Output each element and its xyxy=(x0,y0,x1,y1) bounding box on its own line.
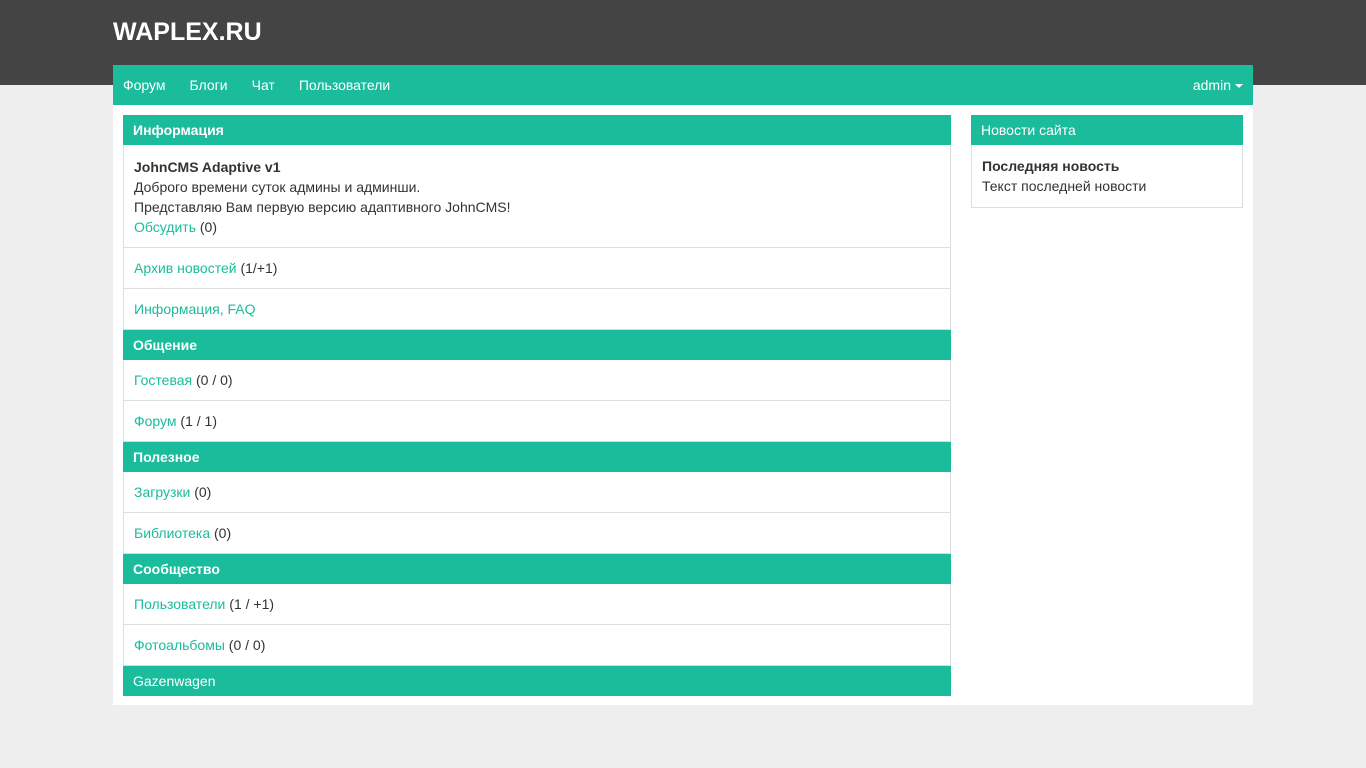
count: (0) xyxy=(199,219,217,235)
forum-link[interactable]: Форум xyxy=(134,413,177,429)
albums-link[interactable]: Фотоальбомы xyxy=(134,637,225,653)
latest-news: Последняя новость Текст последней новост… xyxy=(971,145,1243,208)
nav-blogs[interactable]: Блоги xyxy=(190,77,228,93)
count: (0 / 0) xyxy=(196,372,233,388)
nav-forum[interactable]: Форум xyxy=(123,77,166,93)
list-item: Фотоальбомы (0 / 0) xyxy=(123,625,951,666)
left-column: Информация JohnCMS Adaptive v1 Доброго в… xyxy=(123,115,951,696)
section-header-useful: Полезное xyxy=(123,442,951,472)
latest-news-text: Текст последней новости xyxy=(982,178,1147,194)
count: (1 / 1) xyxy=(180,413,217,429)
count: (0 / 0) xyxy=(228,637,266,653)
users-link[interactable]: Пользователи xyxy=(134,596,225,612)
downloads-link[interactable]: Загрузки xyxy=(134,484,190,500)
archive-link[interactable]: Архив новостей xyxy=(134,260,237,276)
main-content: Информация JohnCMS Adaptive v1 Доброго в… xyxy=(113,105,1253,705)
list-item: Информация, FAQ xyxy=(123,289,951,330)
section-header-gazenwagen: Gazenwagen xyxy=(123,666,951,696)
count: (0) xyxy=(194,484,212,500)
guestbook-link[interactable]: Гостевая xyxy=(134,372,192,388)
user-name: admin xyxy=(1192,77,1231,93)
list-item: Библиотека (0) xyxy=(123,513,951,554)
news-title: JohnCMS Adaptive v1 xyxy=(134,159,281,175)
faq-link[interactable]: Информация, FAQ xyxy=(134,301,256,317)
list-item: Гостевая (0 / 0) xyxy=(123,360,951,401)
section-header-info: Информация xyxy=(123,115,951,145)
user-menu[interactable]: admin xyxy=(1193,77,1243,93)
list-item: Форум (1 / 1) xyxy=(123,401,951,442)
nav-chat[interactable]: Чат xyxy=(252,77,275,93)
list-item: Пользователи (1 / +1) xyxy=(123,584,951,625)
section-header-news: Новости сайта xyxy=(971,115,1243,145)
news-line: Доброго времени суток админы и админши. xyxy=(134,179,421,195)
news-line: Представляю Вам первую версию адаптивног… xyxy=(134,199,511,215)
list-item: Архив новостей (1/+1) xyxy=(123,248,951,289)
latest-news-title: Последняя новость xyxy=(982,158,1120,174)
navbar: Форум Блоги Чат Пользователи admin xyxy=(113,65,1253,105)
caret-down-icon xyxy=(1235,84,1243,89)
count: (1/+1) xyxy=(240,260,278,276)
count: (1 / +1) xyxy=(229,596,275,612)
list-item: Загрузки (0) xyxy=(123,472,951,513)
count: (0) xyxy=(214,525,232,541)
discuss-link[interactable]: Обсудить xyxy=(134,219,196,235)
library-link[interactable]: Библиотека xyxy=(134,525,210,541)
site-logo[interactable]: WAPLEX.RU xyxy=(113,18,262,47)
section-header-communication: Общение xyxy=(123,330,951,360)
news-intro: JohnCMS Adaptive v1 Доброго времени суто… xyxy=(123,145,951,248)
section-header-community: Сообщество xyxy=(123,554,951,584)
nav-users[interactable]: Пользователи xyxy=(299,77,390,93)
right-column: Новости сайта Последняя новость Текст по… xyxy=(971,115,1243,208)
